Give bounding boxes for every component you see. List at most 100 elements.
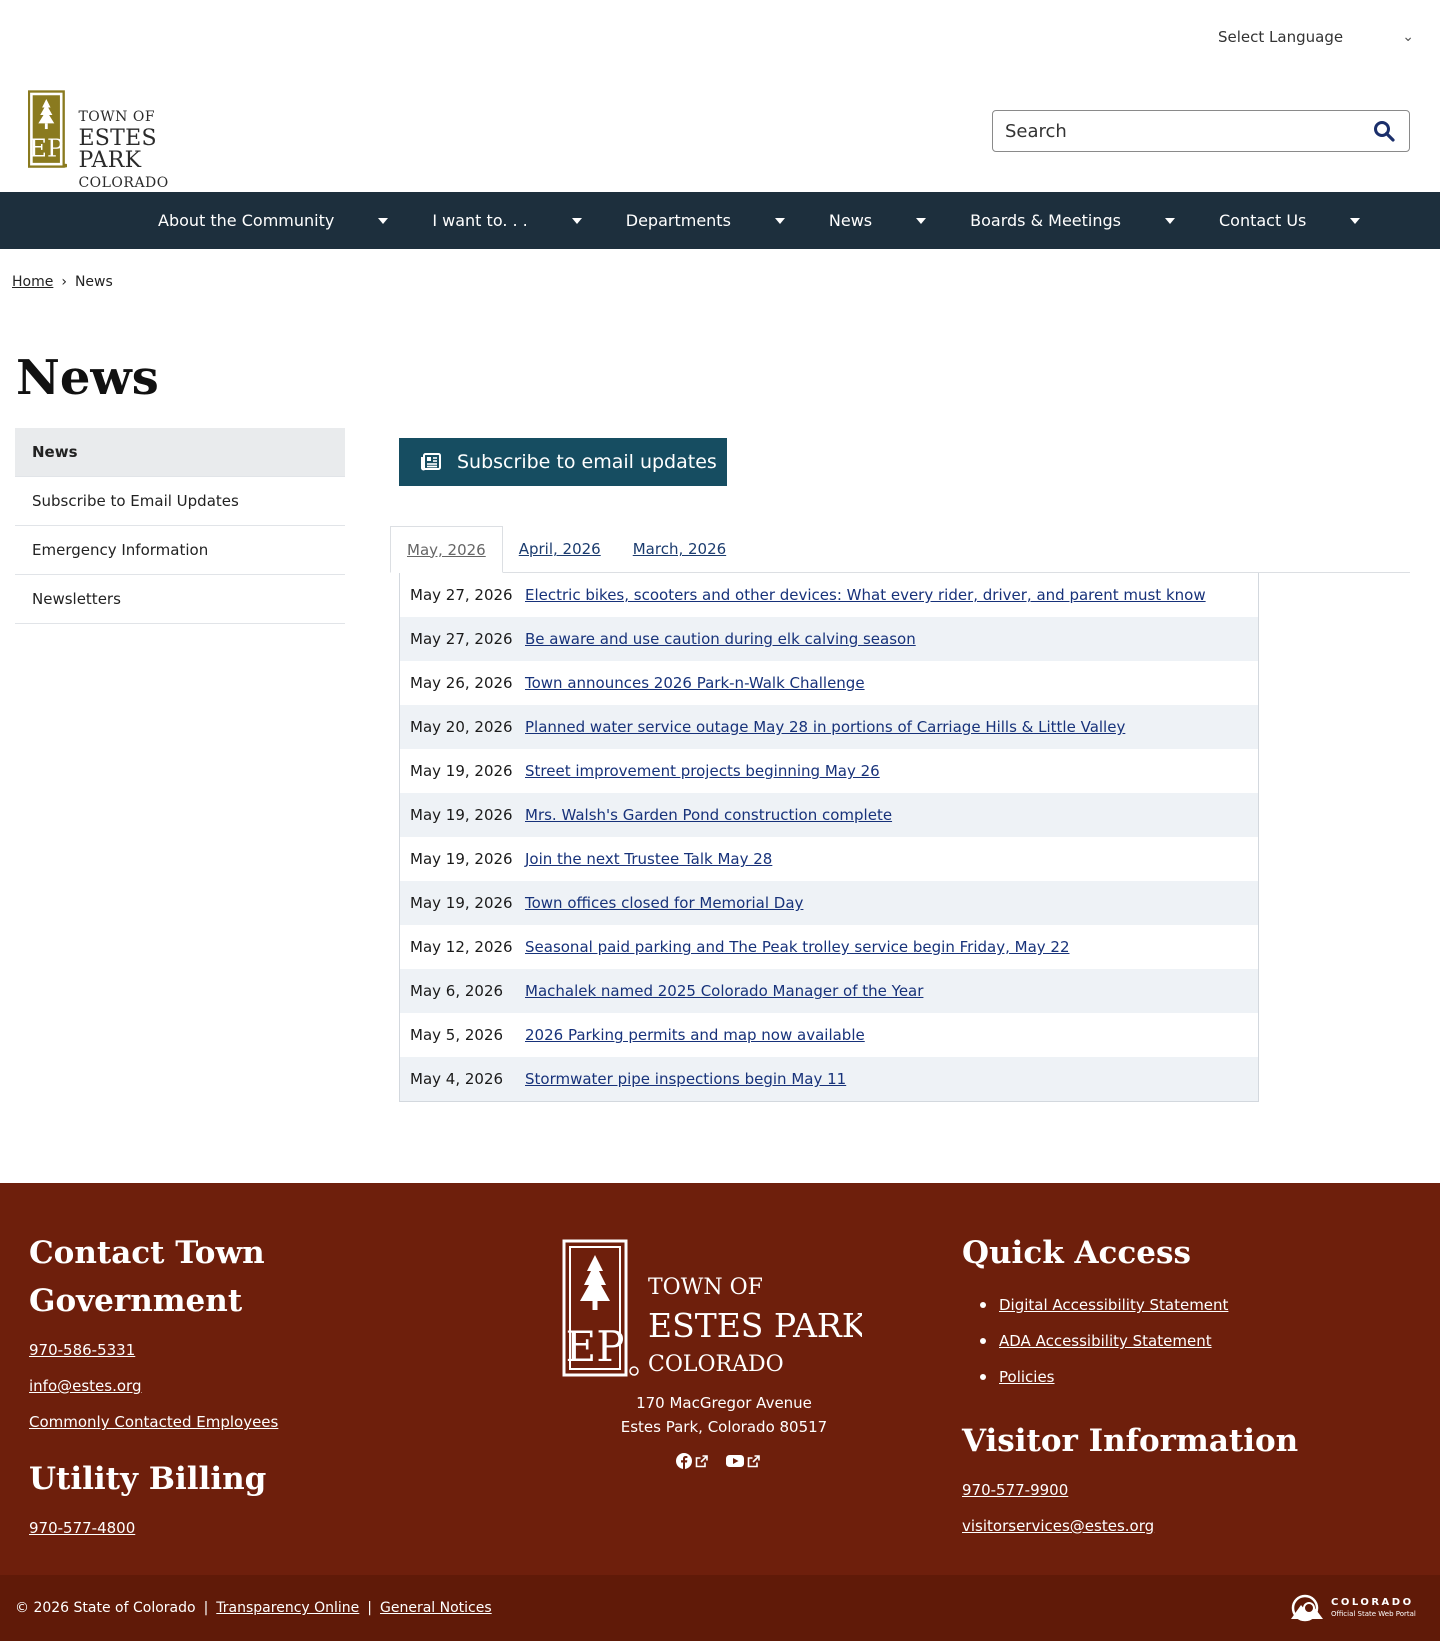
tab-may-2026[interactable]: May, 2026 — [390, 526, 503, 573]
nav-item-contact-us[interactable]: Contact Us — [1219, 192, 1361, 249]
news-row: May 12, 2026 Seasonal paid parking and T… — [400, 925, 1258, 969]
colorado-badge-sub: Official State Web Portal — [1331, 1610, 1416, 1618]
news-link[interactable]: Street improvement projects beginning Ma… — [525, 762, 880, 780]
subscribe-button-label: Subscribe to email updates — [457, 451, 717, 473]
news-link[interactable]: Electric bikes, scooters and other devic… — [525, 586, 1206, 604]
colorado-badge-text: COLORADO Official State Web Portal — [1331, 1598, 1416, 1618]
sidebar-item-subscribe[interactable]: Subscribe to Email Updates — [15, 477, 345, 526]
sidebar-item-newsletters[interactable]: Newsletters — [15, 575, 345, 624]
breadcrumb-current: News — [74, 274, 113, 290]
external-link-icon — [695, 1454, 708, 1467]
chevron-down-icon: ⌄ — [1402, 29, 1414, 45]
footer-utility-heading: Utility Billing — [29, 1461, 267, 1497]
copyright-text: © 2026 State of Colorado — [15, 1600, 196, 1616]
news-date: May 19, 2026 — [410, 762, 513, 780]
separator: | — [367, 1600, 373, 1616]
caret-down-icon[interactable] — [378, 217, 389, 224]
news-list: May 27, 2026 Electric bikes, scooters an… — [399, 573, 1259, 1102]
general-notices-link[interactable]: General Notices — [380, 1600, 492, 1616]
logo-wordmark: TOWN OF ESTES PARK COLORADO — [78, 88, 218, 190]
language-select[interactable]: Select Language ⌄ — [1218, 22, 1414, 52]
footer-social-links — [574, 1453, 862, 1469]
sidebar-item-emergency-information[interactable]: Emergency Information — [15, 526, 345, 575]
site-footer: Contact Town Government 970-586-5331 inf… — [0, 1183, 1440, 1575]
visitor-email-link[interactable]: visitorservices@estes.org — [962, 1517, 1402, 1539]
nav-item-departments[interactable]: Departments — [626, 192, 785, 249]
separator: | — [203, 1600, 209, 1616]
tab-april-2026[interactable]: April, 2026 — [503, 526, 617, 572]
nav-item-boards-and-meetings[interactable]: Boards & Meetings — [970, 192, 1175, 249]
ada-accessibility-link[interactable]: ADA Accessibility Statement — [999, 1332, 1212, 1350]
caret-down-icon[interactable] — [571, 217, 582, 224]
newspaper-icon — [421, 453, 441, 471]
news-date: May 6, 2026 — [410, 982, 504, 1000]
footer-contact-heading: Contact Town Government — [29, 1235, 265, 1319]
news-link[interactable]: Planned water service outage May 28 in p… — [525, 718, 1125, 736]
news-row: May 19, 2026 Mrs. Walsh's Garden Pond co… — [400, 793, 1258, 837]
footer-address-line-1: 170 MacGregor Avenue — [636, 1394, 812, 1412]
facebook-link[interactable] — [676, 1453, 708, 1469]
digital-accessibility-link[interactable]: Digital Accessibility Statement — [999, 1296, 1228, 1314]
sidebar-nav: News Subscribe to Email Updates Emergenc… — [15, 428, 345, 624]
news-link[interactable]: Be aware and use caution during elk calv… — [525, 630, 916, 648]
search-input[interactable] — [1005, 120, 1371, 142]
breadcrumb-home-link[interactable]: Home — [12, 274, 53, 290]
footer-phone-link[interactable]: 970-586-5331 — [29, 1341, 349, 1363]
nav-item-label: News — [828, 211, 873, 230]
facebook-icon — [676, 1453, 692, 1469]
news-date: May 26, 2026 — [410, 674, 513, 692]
colorado-portal-badge[interactable]: COLORADO Official State Web Portal — [1287, 1591, 1425, 1625]
bottom-bar: © 2026 State of Colorado | Transparency … — [0, 1575, 1440, 1641]
site-logo[interactable]: EP TOWN OF ESTES PARK COLORADO — [28, 88, 218, 190]
nav-item-label: I want to. . . — [432, 211, 528, 230]
news-row: May 27, 2026 Electric bikes, scooters an… — [400, 573, 1258, 617]
caret-down-icon[interactable] — [1350, 217, 1361, 224]
news-link[interactable]: Join the next Trustee Talk May 28 — [525, 850, 772, 868]
sidebar-item-news[interactable]: News — [15, 428, 345, 477]
news-date: May 20, 2026 — [410, 718, 513, 736]
footer-utility-phone-link[interactable]: 970-577-4800 — [29, 1519, 349, 1541]
search-button[interactable] — [1371, 118, 1397, 144]
footer-logo-column: EP TOWN OF ESTES PARK COLORADO 170 MacGr… — [562, 1239, 868, 1469]
breadcrumb: Home › News — [12, 274, 113, 290]
news-row: May 27, 2026 Be aware and use caution du… — [400, 617, 1258, 661]
nav-item-i-want-to[interactable]: I want to. . . — [432, 192, 582, 249]
nav-item-news[interactable]: News — [828, 192, 927, 249]
footer-quick-access-heading: Quick Access — [962, 1235, 1191, 1271]
caret-down-icon[interactable] — [916, 217, 927, 224]
youtube-link[interactable] — [726, 1453, 760, 1469]
nav-item-label: Boards & Meetings — [970, 211, 1121, 230]
news-date: May 4, 2026 — [410, 1070, 504, 1088]
quick-access-list: Digital Accessibility Statement ADA Acce… — [984, 1287, 1402, 1395]
estes-park-logo-icon: EP — [28, 90, 68, 168]
nav-item-about-the-community[interactable]: About the Community — [158, 192, 389, 249]
tab-march-2026[interactable]: March, 2026 — [617, 526, 742, 572]
news-row: May 20, 2026 Planned water service outag… — [400, 705, 1258, 749]
visitor-phone-link[interactable]: 970-577-9900 — [962, 1481, 1402, 1503]
news-link[interactable]: Stormwater pipe inspections begin May 11 — [525, 1070, 846, 1088]
news-link[interactable]: Town offices closed for Memorial Day — [525, 894, 803, 912]
news-row: May 5, 2026 2026 Parking permits and map… — [400, 1013, 1258, 1057]
breadcrumb-separator: › — [61, 274, 67, 290]
news-row: May 6, 2026 Machalek named 2025 Colorado… — [400, 969, 1258, 1013]
svg-text:COLORADO: COLORADO — [648, 1352, 784, 1377]
news-date: May 19, 2026 — [410, 806, 513, 824]
svg-text:EP: EP — [29, 133, 63, 162]
news-link[interactable]: Town announces 2026 Park-n-Walk Challeng… — [525, 674, 865, 692]
footer-employees-link[interactable]: Commonly Contacted Employees — [29, 1413, 349, 1435]
svg-text:EP: EP — [566, 1322, 625, 1371]
footer-email-link[interactable]: info@estes.org — [29, 1377, 349, 1399]
news-link[interactable]: Machalek named 2025 Colorado Manager of … — [525, 982, 923, 1000]
transparency-online-link[interactable]: Transparency Online — [216, 1600, 359, 1616]
news-link[interactable]: Seasonal paid parking and The Peak troll… — [525, 938, 1070, 956]
caret-down-icon[interactable] — [1165, 217, 1175, 224]
policies-link[interactable]: Policies — [999, 1368, 1054, 1386]
month-tabs: May, 2026 April, 2026 March, 2026 — [390, 526, 1410, 573]
news-link[interactable]: Mrs. Walsh's Garden Pond construction co… — [525, 806, 892, 824]
caret-down-icon[interactable] — [774, 217, 785, 224]
subscribe-button[interactable]: Subscribe to email updates — [399, 438, 727, 486]
list-item: ADA Accessibility Statement — [984, 1323, 1402, 1359]
news-date: May 27, 2026 — [410, 586, 513, 604]
footer-quick-access-column: Quick Access Digital Accessibility State… — [962, 1229, 1402, 1539]
news-link[interactable]: 2026 Parking permits and map now availab… — [525, 1026, 865, 1044]
